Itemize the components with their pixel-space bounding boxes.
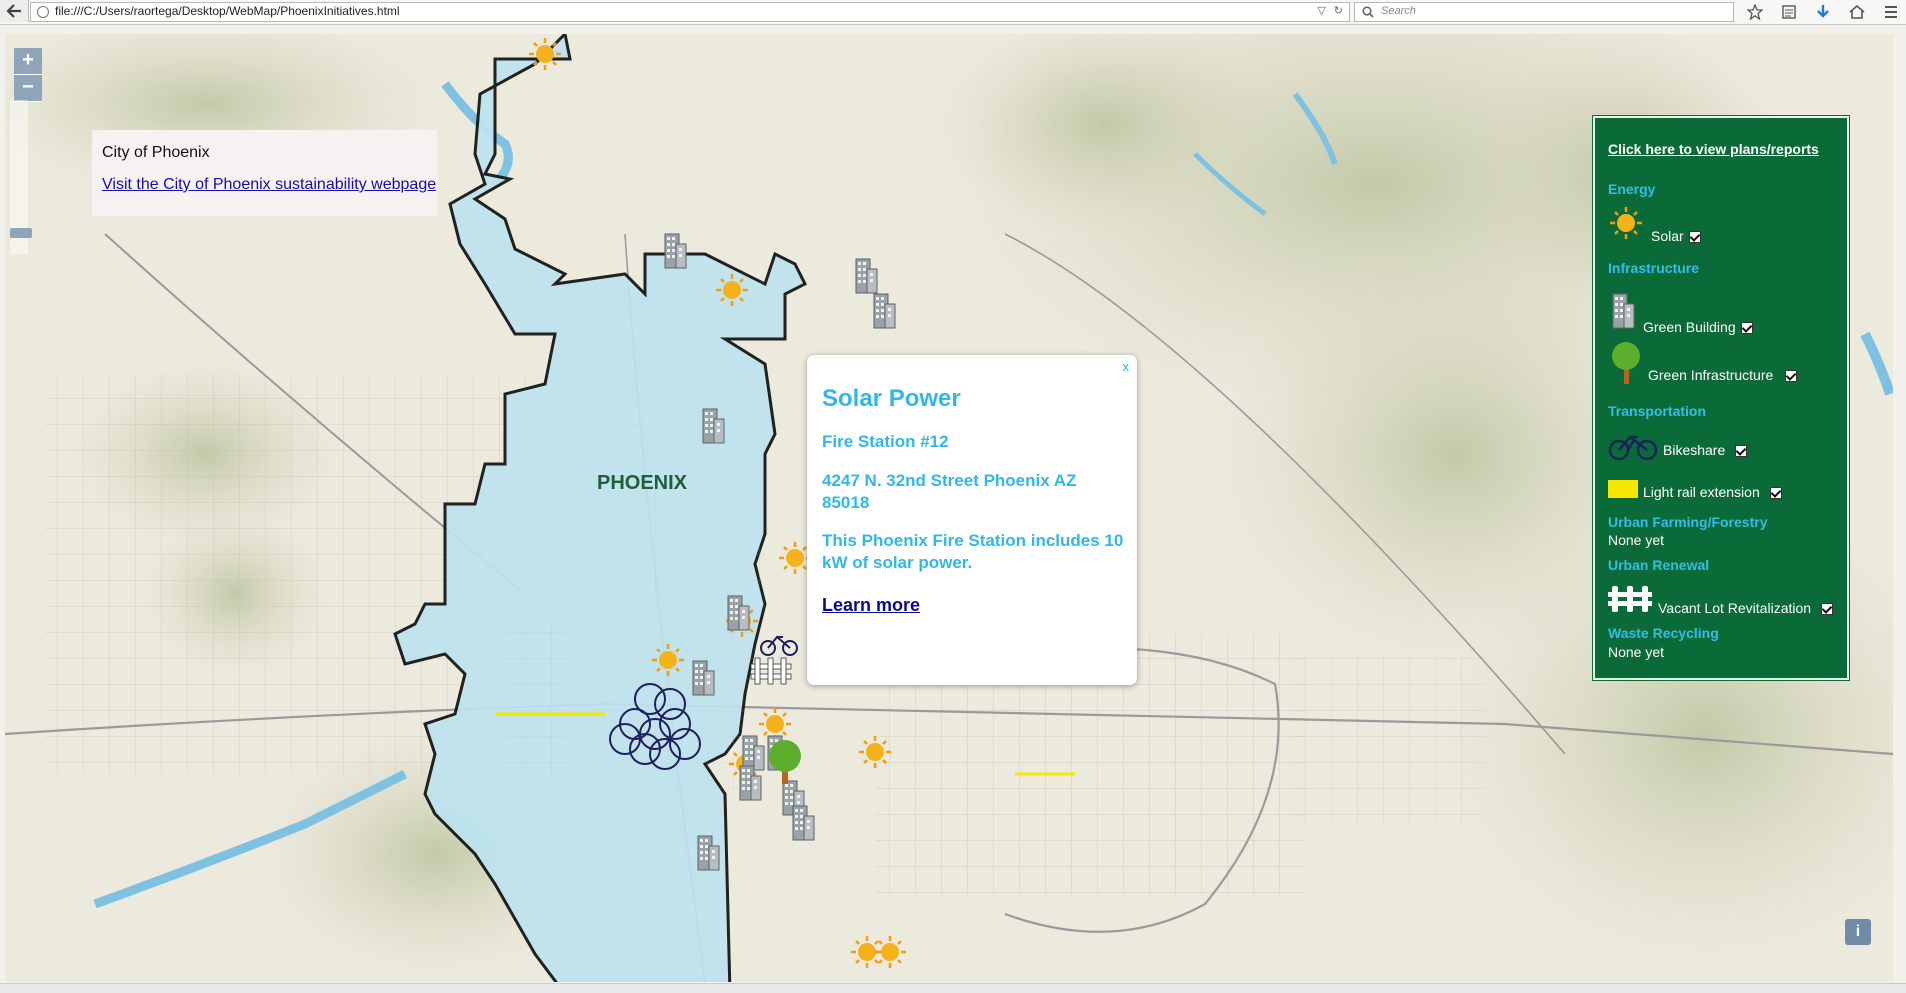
search-bar[interactable]: Search	[1354, 2, 1734, 22]
legend-item-vacant-lot: Vacant Lot Revitalization	[1658, 600, 1834, 616]
vacant-lot-checkbox[interactable]	[1821, 603, 1834, 616]
tree-icon	[1612, 342, 1640, 384]
web-map[interactable]: PHOENIX + − City of Phoenix Visit the Ci…	[5, 34, 1893, 982]
sun-icon	[1608, 205, 1644, 241]
zoom-out-button[interactable]: −	[14, 75, 42, 102]
legend-heading-urban-renewal: Urban Renewal	[1608, 557, 1710, 573]
browser-toolbar: file:///C:/Users/raortega/Desktop/WebMap…	[0, 0, 1906, 25]
reading-list-icon[interactable]	[1776, 2, 1802, 22]
solar-checkbox[interactable]	[1688, 231, 1701, 244]
building-icon	[1612, 293, 1635, 329]
city-info-title: City of Phoenix	[102, 144, 210, 161]
zoom-slider-handle[interactable]	[10, 228, 32, 238]
solar-label: Solar	[1651, 228, 1684, 244]
search-placeholder: Search	[1381, 5, 1416, 17]
legend-heading-urban-farming: Urban Farming/Forestry	[1608, 514, 1768, 530]
url-text: file:///C:/Users/raortega/Desktop/WebMap…	[55, 4, 400, 18]
legend-item-green-infrastructure: Green Infrastructure	[1648, 367, 1798, 383]
dropdown-icon[interactable]: ▽	[1317, 4, 1325, 17]
fence-icon[interactable]	[750, 657, 792, 685]
bikeshare-checkbox[interactable]	[1735, 445, 1748, 458]
plans-reports-link[interactable]: Click here to view plans/reports	[1608, 141, 1819, 157]
legend-item-bikeshare: Bikeshare	[1663, 442, 1748, 458]
waste-recycling-value: None yet	[1608, 644, 1665, 660]
legend-heading-infrastructure: Infrastructure	[1608, 260, 1700, 276]
info-popup: x Solar Power Fire Station #12 4247 N. 3…	[807, 355, 1137, 685]
vacant-lot-label: Vacant Lot Revitalization	[1658, 600, 1812, 616]
zoom-in-button[interactable]: +	[14, 48, 42, 75]
legend-heading-transportation: Transportation	[1608, 403, 1707, 419]
download-icon[interactable]	[1810, 2, 1836, 22]
fence-icon	[1608, 586, 1652, 612]
legend-panel: Click here to view plans/reports Energy …	[1593, 116, 1849, 680]
legend-item-green-building: Green Building	[1643, 319, 1753, 335]
popup-close-button[interactable]: x	[1123, 359, 1130, 374]
green-building-label: Green Building	[1643, 319, 1736, 335]
home-icon[interactable]	[1844, 2, 1870, 22]
popup-address: 4247 N. 32nd Street Phoenix AZ 85018	[822, 471, 1077, 512]
green-infrastructure-label: Green Infrastructure	[1648, 367, 1774, 383]
bikeshare-label: Bikeshare	[1663, 442, 1726, 458]
light-rail-swatch-icon	[1608, 480, 1638, 498]
bookmark-star-icon[interactable]	[1742, 2, 1768, 22]
sustainability-link[interactable]: Visit the City of Phoenix sustainability…	[102, 176, 436, 194]
popup-title: Solar Power	[822, 385, 961, 412]
back-arrow-icon	[6, 4, 21, 18]
light-rail-label: Light rail extension	[1643, 484, 1760, 500]
green-building-checkbox[interactable]	[1740, 322, 1753, 335]
green-infrastructure-checkbox[interactable]	[1785, 370, 1798, 383]
attribution-info-button[interactable]: i	[1845, 919, 1871, 945]
learn-more-link[interactable]: Learn more	[822, 595, 920, 616]
city-info-panel: City of Phoenix Visit the City of Phoeni…	[92, 130, 437, 216]
search-icon	[1362, 6, 1374, 18]
legend-heading-waste-recycling: Waste Recycling	[1608, 625, 1719, 641]
address-bar[interactable]: file:///C:/Users/raortega/Desktop/WebMap…	[30, 2, 1350, 22]
menu-icon[interactable]	[1878, 2, 1904, 22]
urban-farming-value: None yet	[1608, 532, 1665, 548]
page-info-icon[interactable]	[37, 6, 49, 18]
legend-heading-energy: Energy	[1608, 181, 1656, 197]
reload-icon[interactable]: ↻	[1334, 4, 1343, 17]
light-rail-checkbox[interactable]	[1769, 487, 1782, 500]
popup-description: This Phoenix Fire Station includes 10 kW…	[822, 531, 1124, 572]
bicycle-icon	[1608, 435, 1658, 461]
zoom-control: + −	[14, 48, 42, 102]
back-button[interactable]	[0, 0, 29, 22]
bottom-scrollbar[interactable]	[0, 983, 1906, 993]
popup-name: Fire Station #12	[822, 432, 949, 451]
legend-item-light-rail: Light rail extension	[1643, 484, 1782, 500]
city-label: PHOENIX	[597, 472, 688, 494]
legend-item-solar: Solar	[1651, 228, 1701, 244]
